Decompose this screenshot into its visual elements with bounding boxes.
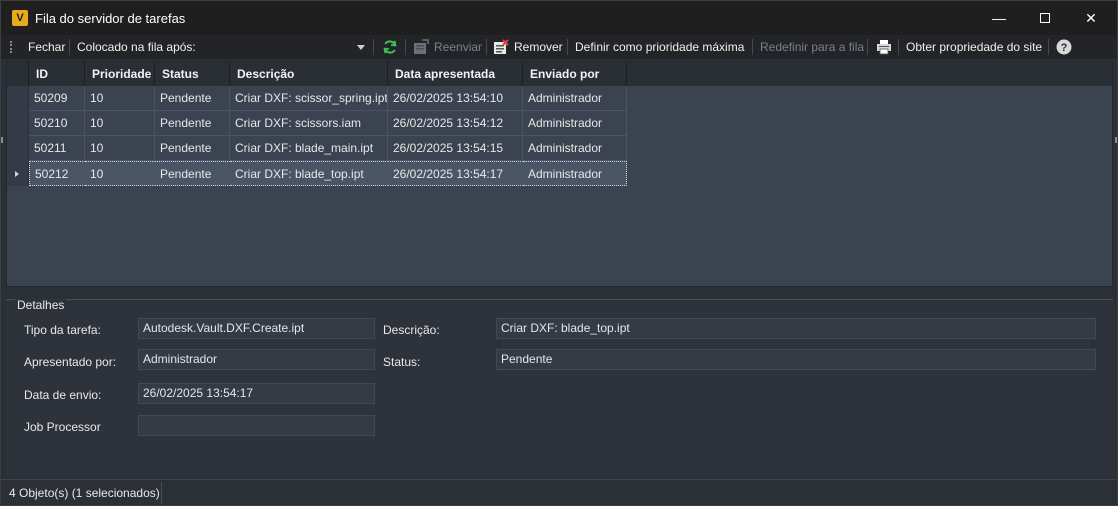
maximize-button[interactable] [1022, 1, 1068, 35]
help-glyph: ? [1061, 42, 1068, 54]
column-header-id[interactable]: ID [29, 62, 85, 86]
close-icon: ✕ [1085, 9, 1097, 26]
status-label: Status: [383, 355, 421, 369]
close-button[interactable]: Fechar [28, 35, 65, 59]
set-max-priority-button[interactable]: Definir como prioridade máxima [575, 35, 744, 59]
toolbar-separator [867, 39, 868, 55]
queued-after-dropdown[interactable] [357, 45, 365, 50]
details-title: Detalhes [15, 298, 67, 312]
cell-date: 26/02/2025 13:54:10 [388, 86, 523, 111]
cell-description: Criar DXF: blade_main.ipt [230, 136, 388, 161]
job-processor-field[interactable] [138, 415, 375, 436]
table-row[interactable]: 50210 10 Pendente Criar DXF: scissors.ia… [29, 111, 627, 136]
details-panel: Detalhes Tipo da tarefa: Autodesk.Vault.… [6, 298, 1113, 477]
job-processor-label: Job Processor [24, 420, 101, 434]
resend-icon [414, 39, 429, 54]
description-field[interactable]: Criar DXF: blade_top.ipt [496, 318, 1096, 339]
task-queue-window: V Fila do servidor de tarefas — ✕ Fechar… [0, 0, 1118, 506]
column-header-date[interactable]: Data apresentada [388, 62, 523, 86]
cell-sent-by: Administrador [523, 111, 627, 136]
toolbar-separator [69, 39, 70, 55]
requeue-button[interactable]: Redefinir para a fila [760, 35, 864, 59]
cell-id: 50210 [29, 111, 85, 136]
column-header-priority[interactable]: Prioridade [85, 62, 155, 86]
cell-priority: 10 [85, 111, 155, 136]
toolbar-separator [752, 39, 753, 55]
cell-id: 50211 [29, 136, 85, 161]
cell-status: Pendente [155, 161, 230, 186]
cell-sent-by: Administrador [523, 136, 627, 161]
get-site-ownership-button[interactable]: Obter propriedade do site [906, 35, 1042, 59]
current-row-pointer-icon [15, 171, 19, 177]
row-selector[interactable] [7, 111, 29, 136]
description-label: Descrição: [383, 323, 440, 337]
cell-date: 26/02/2025 13:54:12 [388, 111, 523, 136]
cell-date: 26/02/2025 13:54:15 [388, 136, 523, 161]
minimize-icon: — [992, 10, 1006, 26]
status-bar: 4 Objeto(s) (1 selecionados) [1, 479, 1117, 505]
task-type-label: Tipo da tarefa: [24, 323, 101, 337]
table-row[interactable]: 50209 10 Pendente Criar DXF: scissor_spr… [29, 86, 627, 111]
object-count-status: 4 Objeto(s) (1 selecionados) [9, 486, 160, 500]
remove-button[interactable]: Remover [514, 35, 563, 59]
help-icon[interactable]: ? [1056, 39, 1072, 55]
status-separator [161, 482, 162, 504]
task-type-field[interactable]: Autodesk.Vault.DXF.Create.ipt [138, 318, 375, 339]
left-splitter-handle[interactable] [1, 137, 3, 143]
column-header-status[interactable]: Status [155, 62, 230, 86]
cell-description: Criar DXF: scissors.iam [230, 111, 388, 136]
toolbar-separator [486, 39, 487, 55]
cell-date: 26/02/2025 13:54:17 [388, 161, 523, 186]
submitted-by-field[interactable]: Administrador [138, 349, 375, 370]
toolbar-separator [567, 39, 568, 55]
toolbar-separator [898, 39, 899, 55]
minimize-button[interactable]: — [976, 1, 1022, 35]
cell-sent-by: Administrador [523, 86, 627, 111]
cell-description: Criar DXF: scissor_spring.ipt [230, 86, 388, 111]
cell-priority: 10 [85, 136, 155, 161]
task-queue-grid: ID Prioridade Status Descrição Data apre… [6, 61, 1113, 287]
cell-sent-by: Administrador [523, 161, 627, 186]
vault-app-icon: V [12, 10, 28, 26]
right-splitter-handle[interactable] [1115, 137, 1117, 143]
status-field[interactable]: Pendente [496, 349, 1096, 370]
grid-header: ID Prioridade Status Descrição Data apre… [7, 62, 1112, 86]
window-title: Fila do servidor de tarefas [35, 11, 186, 26]
cell-status: Pendente [155, 86, 230, 111]
print-icon[interactable] [876, 39, 892, 55]
toolbar: Fechar Colocado na fila após: Reenviar R… [1, 35, 1117, 59]
send-date-label: Data de envio: [24, 388, 102, 402]
cell-status: Pendente [155, 136, 230, 161]
resend-button[interactable]: Reenviar [434, 35, 482, 59]
cell-priority: 10 [85, 86, 155, 111]
row-selector[interactable] [7, 86, 29, 111]
refresh-icon[interactable] [382, 39, 398, 55]
column-header-sent-by[interactable]: Enviado por [523, 62, 627, 86]
row-selector[interactable] [7, 136, 29, 161]
toolbar-separator [405, 39, 406, 55]
toolbar-separator [1048, 39, 1049, 55]
maximize-icon [1040, 13, 1050, 23]
cell-priority: 10 [85, 161, 155, 186]
column-header-description[interactable]: Descrição [230, 62, 388, 86]
cell-description: Criar DXF: blade_top.ipt [230, 161, 388, 186]
submitted-by-label: Apresentado por: [24, 355, 117, 369]
table-row-selected[interactable]: 50212 10 Pendente Criar DXF: blade_top.i… [29, 161, 627, 186]
close-window-button[interactable]: ✕ [1068, 1, 1114, 35]
cell-id: 50212 [29, 161, 85, 186]
cell-id: 50209 [29, 86, 85, 111]
table-row[interactable]: 50211 10 Pendente Criar DXF: blade_main.… [29, 136, 627, 161]
row-header-corner [7, 62, 29, 86]
toolbar-grip[interactable] [10, 41, 13, 53]
cell-status: Pendente [155, 111, 230, 136]
queued-after-label: Colocado na fila após: [77, 40, 196, 54]
remove-icon [494, 39, 509, 54]
send-date-field[interactable]: 26/02/2025 13:54:17 [138, 383, 375, 404]
toolbar-separator [373, 39, 374, 55]
title-bar: V Fila do servidor de tarefas — ✕ [1, 1, 1117, 35]
